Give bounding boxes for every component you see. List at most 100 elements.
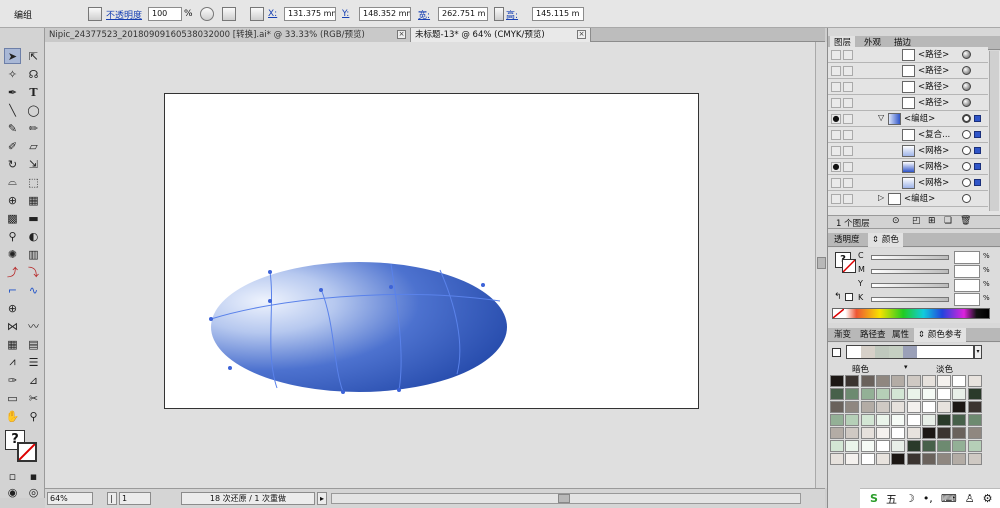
clipping-mask-icon[interactable]: ◰: [912, 216, 921, 226]
target-tool-icon[interactable]: ⊕: [4, 300, 21, 316]
color-guide-swatch[interactable]: [921, 440, 936, 452]
shape-builder-tool-icon[interactable]: ⊕: [4, 192, 21, 208]
lock-toggle[interactable]: [843, 50, 853, 60]
target-icon[interactable]: [962, 114, 971, 123]
width-input[interactable]: 262.751 m: [438, 7, 488, 21]
mesh-ellipse[interactable]: [211, 262, 507, 392]
color-guide-swatch[interactable]: [906, 388, 921, 400]
visibility-toggle[interactable]: [831, 66, 841, 76]
color-guide-swatch[interactable]: [967, 401, 982, 413]
harmony-color[interactable]: [889, 346, 903, 358]
scale-tool-icon[interactable]: ⇲: [25, 156, 42, 172]
lasso-tool-icon[interactable]: ☊: [25, 66, 42, 82]
scroll-thumb[interactable]: [817, 257, 826, 269]
artboard-tool-icon[interactable]: ▭: [4, 390, 21, 406]
color-guide-swatch[interactable]: [860, 453, 875, 465]
color-spectrum[interactable]: [832, 308, 990, 319]
mesh-tool-icon[interactable]: ▩: [4, 210, 21, 226]
color-guide-swatch[interactable]: [830, 414, 844, 426]
tab-document-1[interactable]: Nipic_24377523_20180909160538032000 [转换]…: [45, 28, 411, 42]
color-guide-swatch[interactable]: [891, 427, 906, 439]
guide-options-icon[interactable]: ▾: [904, 363, 908, 371]
layer-name[interactable]: <网格>: [918, 145, 949, 157]
y-input[interactable]: 148.352 mm: [359, 7, 411, 21]
color-guide-swatch[interactable]: [967, 388, 982, 400]
delete-layer-icon[interactable]: 🗑: [960, 216, 971, 226]
tab-transparency[interactable]: 透明度: [830, 233, 864, 247]
path-tool-icon[interactable]: ⌐: [4, 282, 21, 298]
input-mode-icon[interactable]: 五: [886, 491, 897, 507]
layer-row[interactable]: ● <网格>: [828, 159, 988, 175]
color-guide-swatch[interactable]: [845, 453, 860, 465]
color-guide-swatch[interactable]: [921, 375, 936, 387]
color-guide-swatch[interactable]: [921, 427, 936, 439]
layer-row[interactable]: ▷ <编组>: [828, 191, 988, 207]
magic-wand-tool-icon[interactable]: ✧: [4, 66, 21, 82]
color-guide-swatch[interactable]: [967, 453, 982, 465]
user-icon[interactable]: ♙: [965, 492, 975, 505]
artboard[interactable]: [164, 93, 699, 409]
column-graph-tool-icon[interactable]: ▥: [25, 246, 42, 262]
layers-scrollbar[interactable]: [989, 51, 999, 211]
eraser-tool-icon[interactable]: ▱: [25, 138, 42, 154]
color-guide-swatch[interactable]: [875, 453, 890, 465]
color-guide-swatch[interactable]: [891, 440, 906, 452]
layer-name[interactable]: <编组>: [904, 193, 935, 205]
color-guide-swatch[interactable]: [860, 401, 875, 413]
harmony-color[interactable]: [847, 346, 861, 358]
layer-name[interactable]: <编组>: [904, 113, 935, 125]
direct-selection-tool-icon[interactable]: ⇱: [25, 48, 42, 64]
color-guide-swatch[interactable]: [830, 440, 844, 452]
pen-tool-icon[interactable]: ✒: [4, 84, 21, 100]
harmony-dropdown[interactable]: ▾: [974, 345, 982, 359]
black-input[interactable]: [954, 293, 980, 306]
align-icon[interactable]: [222, 7, 236, 21]
lock-toggle[interactable]: [843, 82, 853, 92]
color-guide-swatch[interactable]: [921, 453, 936, 465]
symbol-sprayer-tool-icon[interactable]: ✺: [4, 246, 21, 262]
visibility-toggle[interactable]: [831, 178, 841, 188]
screen-mode-icon[interactable]: ◎: [25, 484, 42, 500]
locate-object-icon[interactable]: ⊙: [892, 216, 900, 226]
color-guide-swatch[interactable]: [906, 414, 921, 426]
magenta-track[interactable]: [871, 269, 949, 274]
zoom-tool-icon[interactable]: ⚲: [25, 408, 42, 424]
color-guide-swatch[interactable]: [891, 388, 906, 400]
moon-icon[interactable]: ☽: [905, 492, 915, 505]
blob-brush-tool-icon[interactable]: ✐: [4, 138, 21, 154]
anchor-convert-icon[interactable]: ⤵: [25, 264, 42, 280]
zoom-select[interactable]: 64%: [47, 492, 93, 505]
type-tool-icon[interactable]: T: [25, 84, 42, 100]
visibility-toggle[interactable]: [831, 98, 841, 108]
color-guide-swatch[interactable]: [937, 440, 952, 452]
color-guide-swatch[interactable]: [891, 414, 906, 426]
tab-attributes[interactable]: 属性: [888, 328, 913, 342]
eye-icon[interactable]: ●: [831, 114, 841, 124]
target-icon[interactable]: [962, 162, 971, 171]
close-icon[interactable]: ×: [397, 30, 406, 39]
color-guide-swatch[interactable]: [952, 453, 967, 465]
black-slider[interactable]: K %: [858, 293, 998, 307]
layer-row[interactable]: <路径>: [828, 47, 988, 63]
lock-toggle[interactable]: [843, 114, 853, 124]
layer-row[interactable]: <网格>: [828, 175, 988, 191]
tab-color-guide[interactable]: ⇕ 颜色参考: [914, 328, 966, 342]
target-icon[interactable]: [962, 66, 971, 75]
opacity-input[interactable]: 100: [148, 7, 182, 21]
eye-icon[interactable]: ●: [831, 162, 841, 172]
smooth-tool-icon[interactable]: ∿: [25, 282, 42, 298]
color-guide-swatch[interactable]: [921, 388, 936, 400]
layer-name[interactable]: <路径>: [918, 81, 949, 93]
magenta-slider[interactable]: M %: [858, 265, 998, 279]
perspective-tool-icon[interactable]: ▦: [25, 192, 42, 208]
new-layer-icon[interactable]: ❏: [944, 216, 952, 226]
visibility-toggle[interactable]: [831, 50, 841, 60]
color-guide-swatch[interactable]: [875, 440, 890, 452]
layer-name[interactable]: <网格>: [918, 161, 949, 173]
tab-pathfinder[interactable]: 路径查: [856, 328, 890, 342]
stroke-swatch[interactable]: [17, 442, 37, 462]
selection-indicator[interactable]: [974, 163, 981, 170]
keyboard-icon[interactable]: ⌨: [941, 492, 957, 505]
selection-indicator[interactable]: [974, 147, 981, 154]
lock-toggle[interactable]: [843, 178, 853, 188]
